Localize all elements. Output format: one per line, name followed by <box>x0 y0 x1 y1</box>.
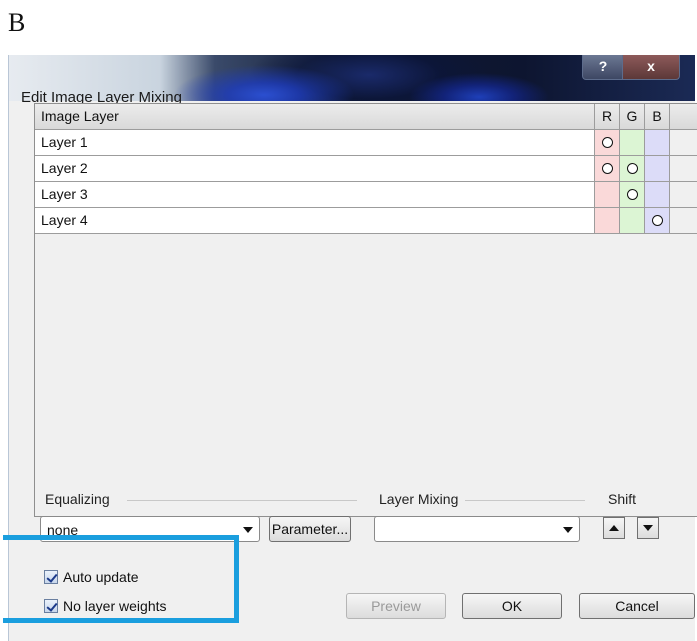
layer-name: Layer 2 <box>35 156 595 181</box>
channel-cell-r[interactable] <box>595 130 620 155</box>
radio-circle-icon[interactable] <box>626 163 638 174</box>
equalizing-label: Equalizing <box>45 491 110 507</box>
layer-name: Layer 4 <box>35 208 595 233</box>
chevron-down-icon <box>563 527 573 533</box>
cancel-button[interactable]: Cancel <box>579 593 695 619</box>
layer-row[interactable]: Layer 3 <box>35 182 697 208</box>
equalizing-group-line <box>127 500 357 501</box>
help-button[interactable]: ? <box>582 55 624 80</box>
radio-circle-icon[interactable] <box>626 189 638 200</box>
channel-cell-g[interactable] <box>620 182 645 207</box>
layer-row[interactable]: Layer 2 <box>35 156 697 182</box>
radio-circle-icon[interactable] <box>651 215 663 226</box>
layer-row[interactable]: Layer 4 <box>35 208 697 234</box>
parameter-button[interactable]: Parameter... <box>269 516 351 542</box>
layer-name: Layer 1 <box>35 130 595 155</box>
layer-mixing-group-line <box>465 500 585 501</box>
grid-header-row: Image Layer R G B <box>35 104 697 130</box>
radio-circle-icon[interactable] <box>601 163 613 174</box>
shift-down-button[interactable] <box>637 517 659 539</box>
layer-mixing-select[interactable] <box>374 516 580 542</box>
preview-button[interactable]: Preview <box>346 593 446 619</box>
channel-cell-r[interactable] <box>595 182 620 207</box>
header-g[interactable]: G <box>620 104 645 129</box>
ok-button[interactable]: OK <box>462 593 562 619</box>
chevron-down-icon <box>243 527 253 533</box>
figure-label: B <box>8 8 26 37</box>
layer-name: Layer 3 <box>35 182 595 207</box>
shift-label: Shift <box>608 491 637 507</box>
channel-cell-b[interactable] <box>645 130 670 155</box>
header-b[interactable]: B <box>645 104 670 129</box>
channel-cell-g[interactable] <box>620 130 645 155</box>
equalizing-highlight-box <box>3 535 239 623</box>
channel-cell-r[interactable] <box>595 208 620 233</box>
channel-cell-g[interactable] <box>620 156 645 181</box>
shift-up-button[interactable] <box>603 517 625 539</box>
header-r[interactable]: R <box>595 104 620 129</box>
layer-grid: Image Layer R G B Layer 1 Layer 2 Layer 3L… <box>34 103 697 517</box>
channel-cell-b[interactable] <box>645 156 670 181</box>
channel-cell-r[interactable] <box>595 156 620 181</box>
layer-mixing-label: Layer Mixing <box>379 491 459 507</box>
channel-cell-b[interactable] <box>645 208 670 233</box>
triangle-up-icon <box>609 525 619 531</box>
radio-circle-icon[interactable] <box>601 137 613 148</box>
header-image-layer[interactable]: Image Layer <box>35 104 595 129</box>
layer-row[interactable]: Layer 1 <box>35 130 697 156</box>
close-button[interactable]: x <box>622 55 680 80</box>
edit-image-layer-mixing-dialog: Edit Image Layer Mixing ? x Image Layer … <box>3 55 697 641</box>
triangle-down-icon <box>643 525 653 531</box>
channel-cell-b[interactable] <box>645 182 670 207</box>
channel-cell-g[interactable] <box>620 208 645 233</box>
